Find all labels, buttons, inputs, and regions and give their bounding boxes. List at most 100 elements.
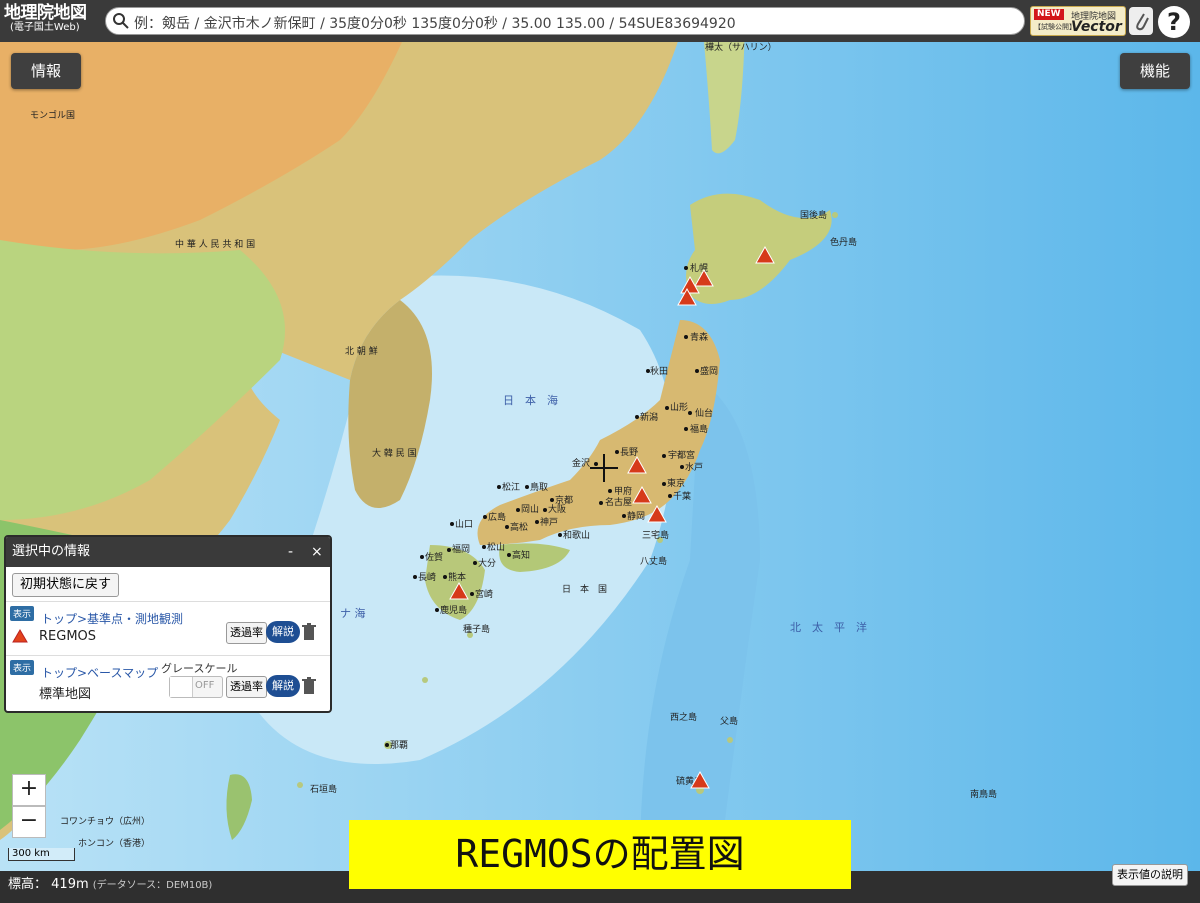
label-hiroshima: 広島 [488, 511, 506, 523]
show-tag[interactable]: 表示 [10, 606, 35, 621]
label-kumamoto: 熊本 [448, 571, 466, 583]
label-nagoya: 名古屋 [605, 496, 632, 508]
layer-row-regmos: 表示 トップ>基準点・測地観測 REGMOS 透過率 解説 [6, 601, 330, 656]
search-icon [112, 12, 130, 34]
label-wakayama: 和歌山 [563, 529, 590, 541]
label-ishigaki: 石垣島 [310, 783, 337, 795]
toggle-state: OFF [195, 680, 215, 691]
label-hachijojima: 八丈島 [640, 555, 667, 567]
label-kobe: 神戸 [540, 516, 558, 528]
paperclip-icon [1129, 13, 1153, 39]
label-shikotan: 色丹島 [830, 236, 857, 248]
label-miyakejima: 三宅島 [642, 529, 669, 541]
explain-values-button[interactable]: 表示値の説明 [1112, 864, 1188, 886]
search-input[interactable]: 例：剱岳 / 金沢市木ノ新保町 / 35度0分0秒 135度0分0秒 / 35.… [105, 7, 1025, 35]
label-yamagata: 山形 [670, 401, 688, 413]
caption-banner: REGMOSの配置図 [349, 820, 851, 889]
toggle-knob [170, 677, 193, 697]
trash-icon[interactable] [302, 677, 316, 699]
elevation-value: 419m [51, 877, 89, 892]
opacity-button[interactable]: 透過率 [226, 676, 267, 698]
label-nagano: 長野 [620, 447, 638, 458]
label-nagasaki: 長崎 [418, 571, 436, 583]
vector-title: Vector [1071, 19, 1122, 35]
label-osaka: 大阪 [548, 503, 566, 515]
label-naha: 那覇 [390, 740, 408, 751]
grayscale-label: グレースケール [161, 662, 238, 675]
selected-info-panel: 選択中の情報 - × 初期状態に戻す 表示 トップ>基準点・測地観測 REGMO… [4, 535, 332, 713]
label-china: 中 華 人 民 共 和 国 [175, 238, 255, 250]
label-utsunomiya: 宇都宮 [668, 449, 695, 461]
new-badge: NEW [1034, 9, 1064, 20]
reset-button[interactable]: 初期状態に戻す [12, 573, 120, 597]
label-takamatsu: 高松 [510, 521, 528, 533]
grayscale-toggle[interactable]: OFF [169, 676, 223, 698]
scale-bar: 300 km [8, 848, 75, 861]
label-sakhalin: 樺太（サハリン） [705, 41, 777, 53]
label-tanegashima: 種子島 [463, 623, 490, 635]
trash-icon[interactable] [302, 623, 316, 645]
label-mongolia: モンゴル国 [30, 109, 75, 121]
label-north-pacific: 北 太 平 洋 [790, 620, 867, 634]
label-guangzhou: コワンチョウ（広州） [60, 815, 150, 827]
base-map[interactable]: モンゴル国 中 華 人 民 共 和 国 北 朝 鮮 大 韓 民 国 日 本 国 … [0, 0, 1200, 903]
label-yamaguchi: 山口 [455, 519, 473, 530]
label-tottori: 鳥取 [530, 481, 548, 493]
explain-button[interactable]: 解説 [266, 675, 300, 697]
label-fukushima: 福島 [690, 423, 708, 435]
label-matsue: 松江 [502, 481, 520, 493]
elevation-source: (データソース：DEM10B) [92, 880, 213, 891]
label-akita: 秋田 [650, 365, 668, 377]
label-japan: 日 本 国 [562, 583, 607, 595]
label-fukuoka: 福岡 [452, 543, 470, 555]
elevation-label: 標高： [8, 877, 48, 892]
label-morioka: 盛岡 [700, 365, 718, 377]
label-mito: 水戸 [685, 461, 703, 473]
label-miyazaki: 宮崎 [475, 588, 493, 600]
label-etorofu: 国後島 [800, 209, 827, 221]
label-chiba: 千葉 [673, 490, 691, 502]
label-shizuoka: 静岡 [627, 510, 645, 522]
vector-trial-label: 【試験公開】 [1034, 23, 1076, 31]
zoom-in-button[interactable]: + [12, 774, 46, 806]
label-tokyo: 東京 [667, 477, 685, 489]
search-placeholder: 例：剱岳 / 金沢市木ノ新保町 / 35度0分0秒 135度0分0秒 / 35.… [134, 16, 736, 32]
label-kochi: 高知 [512, 549, 530, 561]
site-logo[interactable]: 地理院地図 (電子国土Web) [4, 4, 100, 38]
label-hongkong: ホンコン（香港） [78, 837, 150, 849]
opacity-button[interactable]: 透過率 [226, 622, 267, 644]
explain-button[interactable]: 解説 [266, 621, 300, 643]
label-north-korea: 北 朝 鮮 [345, 345, 378, 357]
logo-title: 地理院地図 [4, 3, 87, 23]
help-button[interactable]: ? [1158, 6, 1190, 38]
label-aomori: 青森 [690, 331, 708, 343]
layer-row-standard-map: 表示 トップ>ベースマップ グレースケール 標準地図 OFF 透過率 解説 [6, 655, 330, 711]
label-sea-of-japan: 日 本 海 [503, 393, 558, 407]
label-east-china-sea: ナ 海 [340, 606, 366, 620]
label-saga: 佐賀 [425, 551, 443, 563]
layer-path[interactable]: トップ>基準点・測地観測 [41, 610, 183, 627]
logo-subtitle: (電子国土Web) [10, 22, 80, 33]
vector-map-link[interactable]: NEW 【試験公開】 地理院地図 Vector [1030, 6, 1126, 36]
label-kofu: 甲府 [614, 485, 632, 497]
label-niigata: 新潟 [640, 411, 658, 423]
label-chichijima: 父島 [720, 715, 738, 727]
zoom-out-button[interactable]: − [12, 806, 46, 838]
label-south-korea: 大 韓 民 国 [372, 447, 417, 459]
function-button[interactable]: 機能 [1120, 53, 1190, 89]
label-okayama: 岡山 [521, 504, 539, 515]
label-sendai: 仙台 [695, 407, 713, 419]
label-oita: 大分 [478, 557, 496, 569]
info-button[interactable]: 情報 [11, 53, 81, 89]
panel-header: 選択中の情報 - × [6, 537, 330, 567]
show-tag[interactable]: 表示 [10, 660, 35, 675]
label-minamitorishima: 南鳥島 [970, 788, 997, 800]
layer-name: 標準地図 [39, 687, 92, 702]
panel-title: 選択中の情報 [12, 544, 91, 559]
label-kanazawa: 金沢 [572, 457, 590, 469]
layer-path[interactable]: トップ>ベースマップ [41, 664, 158, 681]
clip-button[interactable] [1129, 7, 1153, 35]
label-kagoshima: 鹿児島 [440, 604, 467, 616]
minimize-button[interactable]: - [288, 537, 293, 567]
close-button[interactable]: × [311, 537, 323, 567]
